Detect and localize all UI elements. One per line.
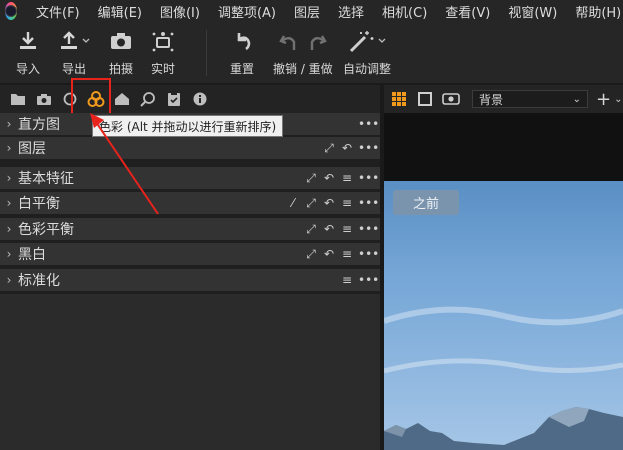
reset-small-icon[interactable]: ↶ bbox=[322, 247, 336, 261]
before-badge: 之前 bbox=[393, 190, 459, 215]
reset-small-icon[interactable]: ↶ bbox=[322, 196, 336, 210]
tab-capture[interactable] bbox=[31, 86, 57, 112]
more-icon[interactable]: ••• bbox=[358, 117, 379, 131]
tool-title: 标准化 bbox=[18, 273, 60, 289]
single-view-button[interactable] bbox=[414, 88, 436, 110]
grid-icon bbox=[392, 92, 406, 106]
menu-view[interactable]: 查看(V) bbox=[436, 2, 499, 21]
chevron-right-icon: › bbox=[6, 171, 12, 185]
menu-select[interactable]: 选择 bbox=[329, 2, 373, 21]
magic-wand-icon bbox=[347, 28, 387, 54]
reset-small-icon[interactable]: ↶ bbox=[340, 141, 354, 155]
row-gap bbox=[0, 291, 380, 294]
photo-illustration bbox=[384, 306, 623, 450]
more-icon[interactable]: ••• bbox=[358, 141, 379, 155]
menu-adjustments[interactable]: 调整项(A) bbox=[209, 2, 285, 21]
more-icon[interactable]: ••• bbox=[358, 247, 379, 261]
auto-adjust-button[interactable]: 自动调整 bbox=[343, 28, 391, 77]
menu-layers[interactable]: 图层 bbox=[285, 2, 329, 21]
toolbar-separator bbox=[206, 30, 207, 76]
live-view-icon bbox=[151, 28, 175, 54]
reset-button[interactable]: 重置 bbox=[230, 28, 254, 77]
tool-row-color-balance[interactable]: › 色彩平衡 ⤢ ↶ ≡ ••• bbox=[0, 218, 380, 240]
tool-row-basic[interactable]: › 基本特征 ⤢ ↶ ≡ ••• bbox=[0, 167, 380, 189]
export-icon bbox=[58, 28, 90, 54]
row-gap bbox=[0, 159, 380, 167]
export-label: 导出 bbox=[61, 62, 86, 76]
live-label: 实时 bbox=[151, 62, 176, 76]
add-icon[interactable]: + bbox=[596, 89, 611, 110]
tool-row-black-white[interactable]: › 黑白 ⤢ ↶ ≡ ••• bbox=[0, 243, 380, 265]
chevron-right-icon: › bbox=[6, 273, 12, 287]
chevron-right-icon: › bbox=[6, 247, 12, 261]
chevron-down-icon: ⌄ bbox=[572, 93, 581, 105]
import-button[interactable]: 导入 bbox=[16, 28, 40, 77]
import-icon bbox=[17, 28, 39, 54]
import-label: 导入 bbox=[16, 62, 41, 76]
presets-icon[interactable]: ≡ bbox=[340, 247, 354, 261]
expand-icon[interactable]: ⤢ bbox=[304, 171, 318, 186]
auto-adjust-label: 自动调整 bbox=[343, 62, 392, 76]
expand-icon[interactable]: ⤢ bbox=[304, 247, 318, 262]
app-logo bbox=[5, 2, 17, 20]
eye-icon bbox=[442, 93, 460, 105]
chevron-right-icon: › bbox=[6, 222, 12, 236]
chevron-right-icon: › bbox=[6, 196, 12, 210]
camera-icon bbox=[109, 28, 133, 54]
expand-icon[interactable]: ⤢ bbox=[304, 196, 318, 211]
menu-help[interactable]: 帮助(H) bbox=[566, 2, 623, 21]
live-button[interactable]: 实时 bbox=[151, 28, 175, 77]
chevron-down-icon[interactable]: ⌄ bbox=[614, 94, 622, 105]
tool-title: 图层 bbox=[18, 141, 46, 157]
grid-view-button[interactable] bbox=[388, 88, 410, 110]
annotation-arrow-icon bbox=[90, 113, 159, 215]
folder-icon bbox=[11, 94, 25, 105]
menu-file[interactable]: 文件(F) bbox=[27, 2, 89, 21]
presets-icon[interactable]: ≡ bbox=[340, 222, 354, 236]
tool-row-layers[interactable]: › 图层 ⤢ ↶ ••• bbox=[0, 137, 380, 159]
menu-edit[interactable]: 编辑(E) bbox=[89, 2, 151, 21]
tab-metadata[interactable] bbox=[187, 86, 213, 112]
chevron-right-icon: › bbox=[6, 117, 12, 131]
camera-icon bbox=[37, 94, 51, 105]
preview-button[interactable] bbox=[440, 88, 462, 110]
more-icon[interactable]: ••• bbox=[358, 171, 379, 185]
presets-icon[interactable]: ≡ bbox=[340, 273, 354, 287]
more-icon[interactable]: ••• bbox=[358, 273, 379, 287]
more-icon[interactable]: ••• bbox=[358, 196, 379, 210]
reset-small-icon[interactable]: ↶ bbox=[322, 222, 336, 236]
tool-tabs bbox=[0, 85, 380, 113]
menu-window[interactable]: 视窗(W) bbox=[499, 2, 566, 21]
capture-button[interactable]: 拍摄 bbox=[109, 28, 133, 77]
expand-icon[interactable]: ⤢ bbox=[304, 222, 318, 237]
menu-image[interactable]: 图像(I) bbox=[151, 2, 209, 21]
viewer-toolbar: 背景 ⌄ + ⌄ bbox=[384, 85, 623, 113]
reset-small-icon[interactable]: ↶ bbox=[322, 171, 336, 185]
main-toolbar: 导入 导出 拍摄 实时 重置 撤销 / 重做 自动调整 bbox=[0, 22, 623, 84]
menu-bar: 文件(F) 编辑(E) 图像(I) 调整项(A) 图层 选择 相机(C) 查看(… bbox=[0, 0, 623, 22]
variant-value: 背景 bbox=[479, 92, 504, 107]
chevron-right-icon: › bbox=[6, 141, 12, 155]
undo-redo-icon bbox=[278, 28, 328, 54]
undo-redo-label: 撤销 / 重做 bbox=[273, 62, 333, 76]
menu-camera[interactable]: 相机(C) bbox=[373, 2, 436, 21]
variant-select[interactable]: 背景 ⌄ bbox=[472, 90, 588, 108]
square-icon bbox=[418, 92, 432, 106]
undo-redo-button[interactable]: 撤销 / 重做 bbox=[273, 28, 333, 77]
tool-title: 黑白 bbox=[18, 247, 46, 263]
photo-preview bbox=[384, 181, 623, 450]
tool-row-normalize[interactable]: › 标准化 ≡ ••• bbox=[0, 269, 380, 291]
reset-icon bbox=[231, 28, 253, 54]
presets-icon[interactable]: ≡ bbox=[340, 171, 354, 185]
expand-icon[interactable]: ⤢ bbox=[322, 141, 336, 156]
export-button[interactable]: 导出 bbox=[58, 28, 90, 77]
tool-row-white-balance[interactable]: › 白平衡 ⁄ ⤢ ↶ ≡ ••• bbox=[0, 192, 380, 214]
more-icon[interactable]: ••• bbox=[358, 222, 379, 236]
picker-icon[interactable]: ⁄ bbox=[286, 196, 300, 210]
presets-icon[interactable]: ≡ bbox=[340, 196, 354, 210]
reset-label: 重置 bbox=[230, 62, 255, 76]
capture-label: 拍摄 bbox=[109, 62, 134, 76]
tab-library[interactable] bbox=[5, 86, 31, 112]
info-icon bbox=[193, 92, 207, 106]
